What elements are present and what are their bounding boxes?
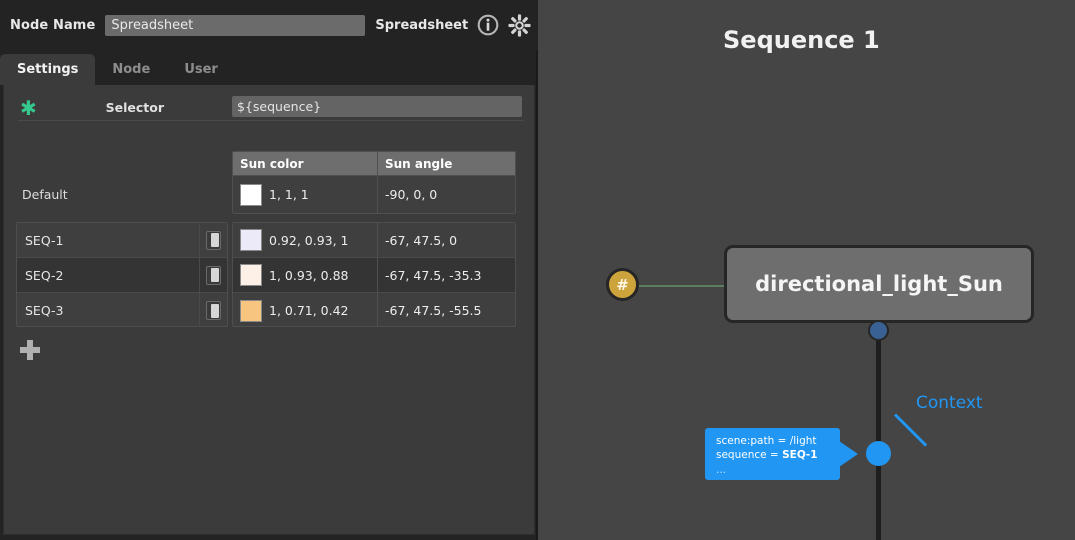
sun-angle-cell-seq-2[interactable]: -67, 47.5, -35.3 (378, 258, 515, 292)
row-enable-toggle-seq-3[interactable] (199, 293, 227, 326)
context-leader-line (893, 413, 928, 447)
sequence-title: Sequence 1 (723, 26, 880, 54)
sun-color-value-seq-3: 1, 0.71, 0.42 (269, 303, 349, 318)
node-output-port[interactable] (868, 320, 889, 341)
hash-badge[interactable]: # (606, 268, 639, 301)
table-column-headers: Sun color Sun angle (232, 151, 516, 176)
tab-node[interactable]: Node (95, 54, 167, 85)
row-label-seq-1: SEQ-1 (25, 232, 64, 248)
default-sun-color-cell[interactable]: 1, 1, 1 (233, 176, 378, 213)
tab-settings[interactable]: Settings (0, 54, 96, 85)
add-row-button[interactable] (18, 338, 42, 362)
hash-connection-wire (639, 285, 725, 287)
context-tooltip: scene:path = /light sequence = SEQ-1 ... (705, 428, 858, 480)
context-point[interactable] (866, 441, 891, 466)
selector-input[interactable] (232, 96, 522, 117)
node-directional-light-sun[interactable]: directional_light_Sun (724, 245, 1034, 323)
color-swatch[interactable] (240, 264, 262, 286)
settings-panel: Node Name Spreadsheet Spreadsheet Settin… (0, 0, 538, 540)
tab-user-label: User (184, 62, 218, 77)
settings-tab-content: ✱ Selector Sun color Sun angle Default (3, 85, 535, 535)
panel-header: Node Name Spreadsheet (0, 0, 538, 50)
node-name-input[interactable] (105, 14, 366, 36)
sun-angle-value-seq-3: -67, 47.5, -55.5 (385, 303, 482, 318)
default-row-label: Default (22, 187, 68, 202)
table-row[interactable]: SEQ-1 (17, 223, 227, 258)
sun-angle-value-seq-1: -67, 47.5, 0 (385, 232, 458, 248)
sun-angle-cell-seq-3[interactable]: -67, 47.5, -55.5 (378, 293, 515, 326)
gear-icon[interactable] (508, 13, 531, 37)
asterisk-icon[interactable]: ✱ (20, 98, 37, 118)
selector-row: ✱ Selector (4, 95, 536, 128)
default-sun-color-value: 1, 1, 1 (269, 187, 309, 202)
sun-color-cell-seq-2[interactable]: 1, 0.93, 0.88 (233, 258, 378, 292)
context-line-path: scene:path = /light (716, 435, 817, 447)
app-root: Node Name Spreadsheet Spreadsheet Settin… (0, 0, 1075, 540)
tab-bar: Settings Node User (0, 54, 538, 85)
sun-color-value-seq-2: 1, 0.93, 0.88 (269, 267, 349, 283)
color-swatch[interactable] (240, 229, 262, 251)
row-enable-toggle-seq-2[interactable] (199, 258, 227, 292)
tab-node-label: Node (112, 62, 151, 77)
color-swatch[interactable] (240, 183, 262, 206)
context-sequence-value: SEQ-1 (782, 448, 818, 461)
info-icon[interactable] (477, 14, 499, 36)
default-row: Default 1, 1, 1 -90, 0, 0 (4, 176, 516, 214)
default-row-cells: 1, 1, 1 -90, 0, 0 (232, 176, 516, 214)
column-header-sun-color[interactable]: Sun color (233, 152, 378, 175)
toggle-switch-icon (206, 230, 221, 250)
sun-angle-value-seq-2: -67, 47.5, -35.3 (385, 267, 482, 283)
column-header-sun-angle[interactable]: Sun angle (378, 152, 515, 175)
sun-color-value-seq-1: 0.92, 0.93, 1 (269, 232, 349, 248)
context-annotation-label: Context (916, 393, 983, 413)
tab-user[interactable]: User (167, 54, 235, 85)
selector-divider (18, 120, 524, 121)
context-line-sequence: sequence = SEQ-1 (716, 449, 840, 463)
table-row[interactable]: SEQ-3 (17, 293, 227, 326)
selector-label: Selector (105, 100, 164, 115)
color-swatch[interactable] (240, 299, 262, 322)
plus-icon (20, 340, 40, 360)
sun-angle-cell-seq-1[interactable]: -67, 47.5, 0 (378, 223, 515, 257)
node-graph-view: Sequence 1 # directional_light_Sun scene… (538, 0, 1075, 540)
sun-color-cell-seq-3[interactable]: 1, 0.71, 0.42 (233, 293, 378, 326)
sun-color-cell-seq-1[interactable]: 0.92, 0.93, 1 (233, 223, 378, 257)
table-row: 1, 0.93, 0.88 -67, 47.5, -35.3 (233, 258, 515, 293)
context-sequence-prefix: sequence = (716, 448, 783, 461)
node-type-label: Spreadsheet (375, 17, 469, 33)
context-line-ellipsis: ... (716, 464, 727, 476)
table-row[interactable]: SEQ-2 (17, 258, 227, 293)
row-label-seq-3: SEQ-3 (25, 303, 64, 318)
connection-spine (876, 322, 881, 540)
node-name-label: Node Name (10, 17, 96, 33)
table-row: 0.92, 0.93, 1 -67, 47.5, 0 (233, 223, 515, 258)
row-label-seq-2: SEQ-2 (25, 267, 64, 283)
row-enable-toggle-seq-1[interactable] (199, 223, 227, 257)
table-row: 1, 0.71, 0.42 -67, 47.5, -55.5 (233, 293, 515, 326)
hash-badge-label: # (616, 275, 629, 294)
tab-settings-label: Settings (17, 62, 79, 77)
row-data-columns: 0.92, 0.93, 1 -67, 47.5, 0 1, 0.93, 0.88… (232, 222, 516, 327)
row-label-column: SEQ-1 SEQ-2 SEQ-3 (16, 222, 228, 327)
toggle-switch-icon (206, 301, 221, 320)
default-sun-angle-cell[interactable]: -90, 0, 0 (378, 176, 515, 213)
node-label: directional_light_Sun (755, 272, 1003, 296)
toggle-switch-icon (206, 265, 221, 285)
default-sun-angle-value: -90, 0, 0 (385, 187, 438, 202)
